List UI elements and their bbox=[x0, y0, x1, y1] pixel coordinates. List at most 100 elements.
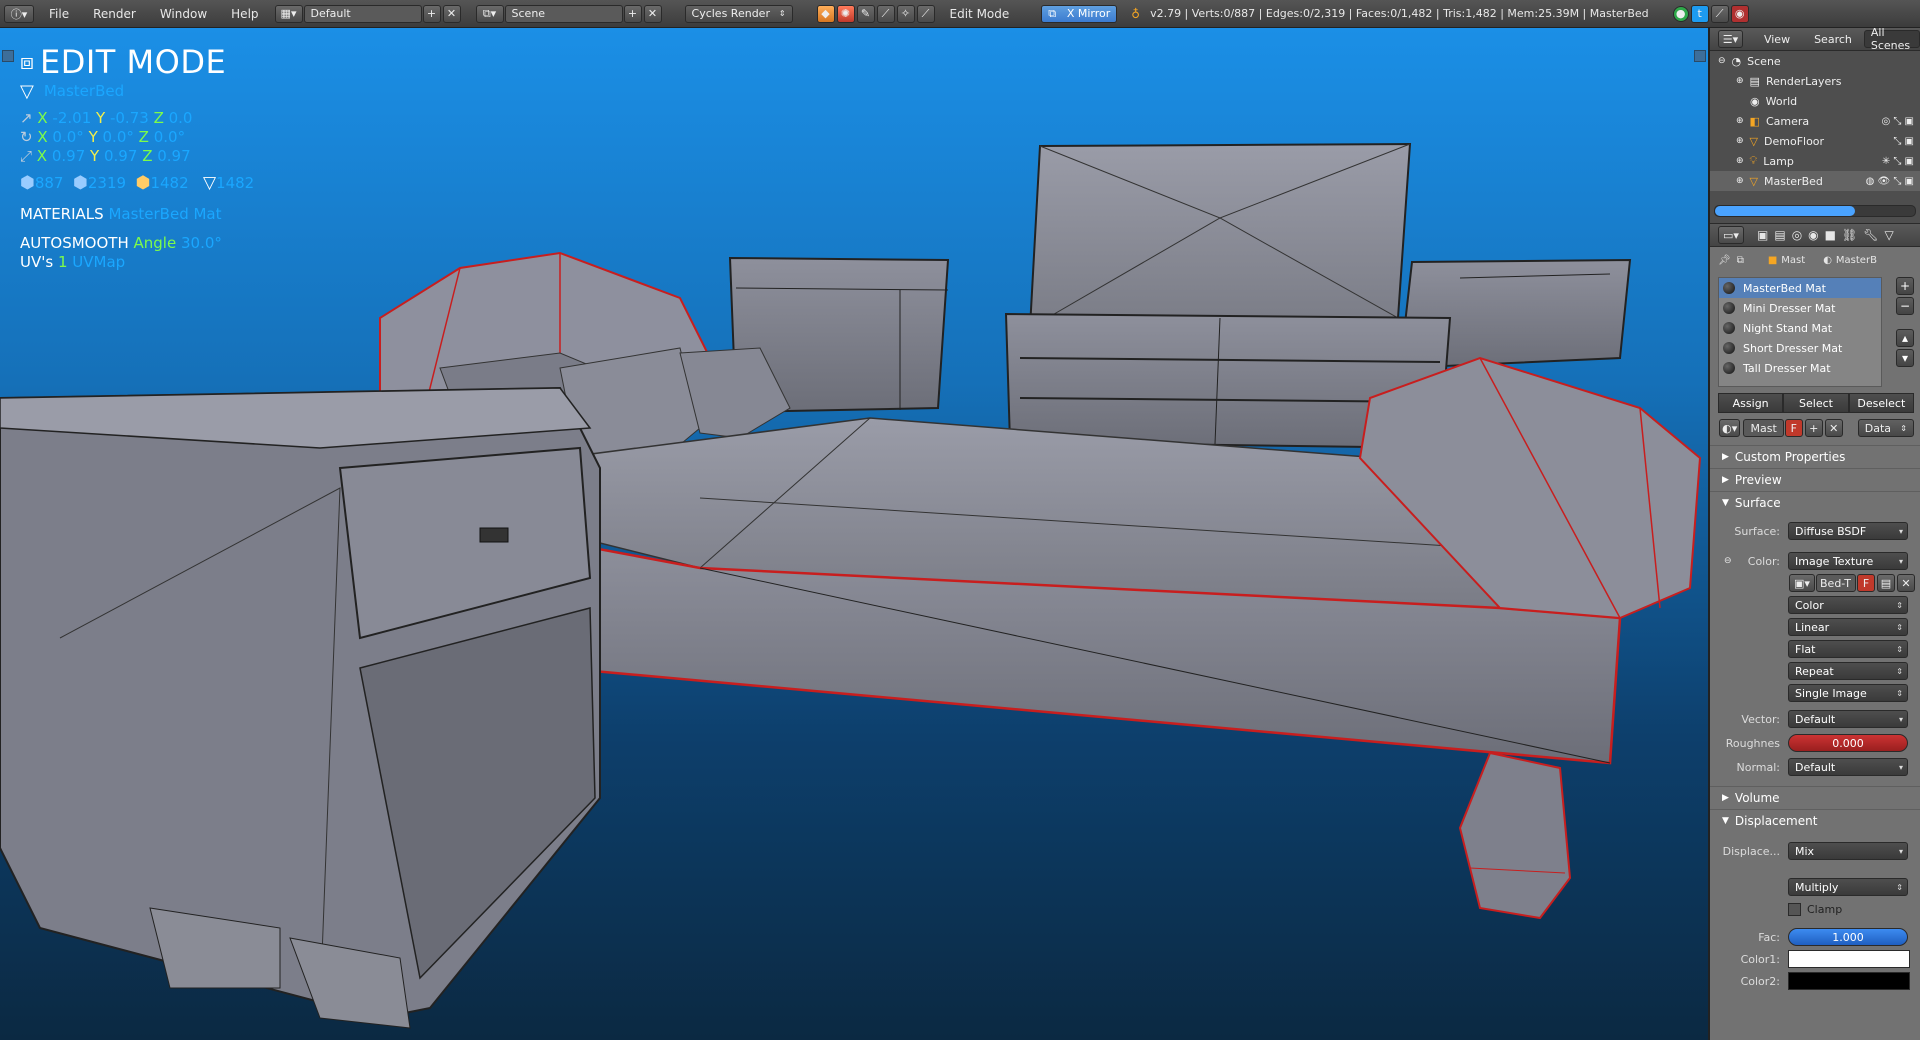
editor-type-button[interactable]: ⓘ▾ bbox=[4, 4, 34, 23]
material-browse-button[interactable]: ◐▾ bbox=[1719, 419, 1741, 437]
scene-field[interactable]: Scene bbox=[504, 4, 623, 23]
image-browse-button[interactable]: ▣▾ bbox=[1789, 574, 1815, 592]
panel-volume[interactable]: ▶ Volume bbox=[1710, 786, 1920, 809]
expand-icon[interactable]: ⊕ bbox=[1736, 116, 1744, 126]
mode-icon-1[interactable]: ◆ bbox=[816, 4, 835, 23]
menu-help[interactable]: Help bbox=[231, 7, 258, 21]
material-slot[interactable]: Tall Dresser Mat bbox=[1719, 358, 1881, 378]
twitter-icon[interactable]: t bbox=[1690, 4, 1709, 23]
blend-mode-dropdown[interactable]: Multiply ⇕ bbox=[1788, 878, 1908, 896]
expand-icon[interactable]: ⊕ bbox=[1736, 176, 1744, 186]
restrict-icons[interactable]: ✳ ⤡ ▣ bbox=[1882, 156, 1914, 167]
modifiers-tab-icon[interactable]: 🔧︎ bbox=[1863, 228, 1878, 242]
panel-surface[interactable]: ▼ Surface bbox=[1710, 491, 1920, 514]
color-space-dropdown[interactable]: Color ⇕ bbox=[1788, 596, 1908, 614]
fac-slider[interactable]: 1.000 bbox=[1788, 928, 1908, 946]
displacement-dropdown[interactable]: Mix ▾ bbox=[1788, 842, 1908, 860]
viewport-corner-left[interactable] bbox=[2, 50, 14, 62]
image-name-field[interactable]: Bed-T bbox=[1816, 574, 1856, 592]
render-tab-icon[interactable]: ▣ bbox=[1757, 228, 1768, 242]
outliner-item-world[interactable]: ◉ World bbox=[1710, 91, 1920, 111]
color-input-dropdown[interactable]: Image Texture ▾ bbox=[1788, 552, 1908, 570]
add-slot-button[interactable]: + bbox=[1896, 277, 1914, 295]
image-open-button[interactable]: ▤ bbox=[1877, 574, 1895, 592]
material-slot[interactable]: Mini Dresser Mat bbox=[1719, 298, 1881, 318]
link-dropdown[interactable]: Data ⇕ bbox=[1857, 419, 1914, 437]
menu-window[interactable]: Window bbox=[160, 7, 207, 21]
material-slot[interactable]: MasterBed Mat bbox=[1719, 278, 1881, 298]
remove-slot-button[interactable]: − bbox=[1896, 297, 1914, 315]
panel-custom-properties[interactable]: ▶ Custom Properties bbox=[1710, 445, 1920, 468]
expand-icon[interactable]: ⊕ bbox=[1736, 76, 1744, 86]
material-name-field[interactable]: Mast bbox=[1743, 419, 1784, 437]
outliner-item-scene[interactable]: ⊖ ◔ Scene bbox=[1710, 51, 1920, 71]
extension-dropdown[interactable]: Repeat ⇕ bbox=[1788, 662, 1908, 680]
layout-add-button[interactable]: + bbox=[422, 4, 441, 23]
restrict-icons[interactable]: ◍ 👁︎ ⤡ ▣ bbox=[1866, 176, 1914, 187]
select-button[interactable]: Select bbox=[1783, 393, 1849, 413]
image-unlink-button[interactable]: ✕ bbox=[1897, 574, 1915, 592]
unlink-material-button[interactable]: ✕ bbox=[1824, 419, 1843, 437]
material-slot[interactable]: Night Stand Mat bbox=[1719, 318, 1881, 338]
world-tab-icon[interactable]: ◉ bbox=[1808, 228, 1818, 242]
record-icon[interactable]: ◉ bbox=[1730, 4, 1749, 23]
addon-icon-green[interactable]: ● bbox=[1672, 5, 1689, 22]
layout-remove-button[interactable]: ✕ bbox=[442, 4, 461, 23]
surface-shader-dropdown[interactable]: Diffuse BSDF ▾ bbox=[1788, 522, 1908, 540]
color1-swatch[interactable] bbox=[1788, 950, 1910, 968]
expand-icon[interactable]: ⊕ bbox=[1736, 156, 1744, 166]
object-tab-icon[interactable]: ■ bbox=[1825, 228, 1836, 242]
assign-button[interactable]: Assign bbox=[1718, 393, 1784, 413]
3d-viewport[interactable]: ⧈ EDIT MODE ▽ MasterBed ↗ X -2.01 Y -0.7… bbox=[0, 28, 1708, 1040]
brush-icon[interactable]: ⟋ bbox=[1710, 4, 1729, 23]
restrict-icons[interactable]: ⤡ ▣ bbox=[1893, 136, 1914, 147]
outliner-view-menu[interactable]: View bbox=[1764, 33, 1790, 46]
mode-icon-3[interactable]: ✎ bbox=[856, 4, 875, 23]
render-engine-dropdown[interactable]: Cycles Render ⇕ bbox=[684, 4, 793, 23]
color2-swatch[interactable] bbox=[1788, 972, 1910, 990]
x-mirror-toggle[interactable]: ⧉ X Mirror bbox=[1041, 4, 1118, 23]
layout-icon[interactable]: ▦▾ bbox=[274, 4, 303, 23]
link-socket-icon[interactable]: ⊖ bbox=[1724, 556, 1732, 566]
scene-remove-button[interactable]: ✕ bbox=[643, 4, 662, 23]
mode-icon-6[interactable]: ⟋ bbox=[916, 4, 935, 23]
projection-dropdown[interactable]: Flat ⇕ bbox=[1788, 640, 1908, 658]
mode-icon-4[interactable]: ⟋ bbox=[876, 4, 895, 23]
scene-tab-icon[interactable]: ◎ bbox=[1792, 228, 1802, 242]
layers-tab-icon[interactable]: ▤ bbox=[1774, 228, 1785, 242]
viewport-corner-right[interactable] bbox=[1694, 50, 1706, 62]
fake-user-button[interactable]: F bbox=[1784, 419, 1803, 437]
deselect-button[interactable]: Deselect bbox=[1848, 393, 1914, 413]
expand-icon[interactable]: ⊖ bbox=[1718, 56, 1726, 66]
scene-icon[interactable]: ⧉▾ bbox=[475, 4, 504, 23]
outliner-editor-icon[interactable]: ☰▾ bbox=[1718, 30, 1743, 48]
clamp-checkbox[interactable] bbox=[1788, 902, 1801, 916]
outliner-item-masterbed[interactable]: ⊕ ▽ MasterBed ◍ 👁︎ ⤡ ▣ bbox=[1710, 171, 1920, 191]
expand-icon[interactable]: ⊕ bbox=[1736, 136, 1744, 146]
roughness-slider[interactable]: 0.000 bbox=[1788, 734, 1908, 752]
outliner-item-lamp[interactable]: ⊕ 💡︎ Lamp ✳ ⤡ ▣ bbox=[1710, 151, 1920, 171]
constraints-tab-icon[interactable]: ⛓ bbox=[1842, 228, 1857, 242]
pin-icon[interactable]: 📌︎ bbox=[1718, 255, 1731, 266]
slot-specials-button[interactable]: ▴ bbox=[1896, 329, 1914, 347]
normal-dropdown[interactable]: Default ▾ bbox=[1788, 758, 1908, 776]
source-dropdown[interactable]: Single Image ⇕ bbox=[1788, 684, 1908, 702]
layout-field[interactable]: Default bbox=[303, 4, 422, 23]
restrict-icons[interactable]: ◎ ⤡ ▣ bbox=[1881, 116, 1914, 127]
scene-add-button[interactable]: + bbox=[623, 4, 642, 23]
outliner-search-menu[interactable]: Search bbox=[1814, 33, 1852, 46]
slot-move-button[interactable]: ▾ bbox=[1896, 349, 1914, 367]
mode-icon-5[interactable]: ✧ bbox=[896, 4, 915, 23]
menu-render[interactable]: Render bbox=[93, 7, 136, 21]
outliner-item-camera[interactable]: ⊕ ◧ Camera ◎ ⤡ ▣ bbox=[1710, 111, 1920, 131]
panel-preview[interactable]: ▶ Preview bbox=[1710, 468, 1920, 491]
context-object[interactable]: MasterB bbox=[1836, 255, 1877, 266]
outliner-scrollbar[interactable] bbox=[1714, 205, 1916, 217]
menu-file[interactable]: File bbox=[49, 7, 69, 21]
mode-icon-2[interactable]: ✺ bbox=[836, 4, 855, 23]
new-material-button[interactable]: + bbox=[1804, 419, 1823, 437]
interpolation-dropdown[interactable]: Linear ⇕ bbox=[1788, 618, 1908, 636]
material-slot[interactable]: Short Dresser Mat bbox=[1719, 338, 1881, 358]
outliner-item-demofloor[interactable]: ⊕ ▽ DemoFloor ⤡ ▣ bbox=[1710, 131, 1920, 151]
image-fake-user-button[interactable]: F bbox=[1857, 574, 1875, 592]
